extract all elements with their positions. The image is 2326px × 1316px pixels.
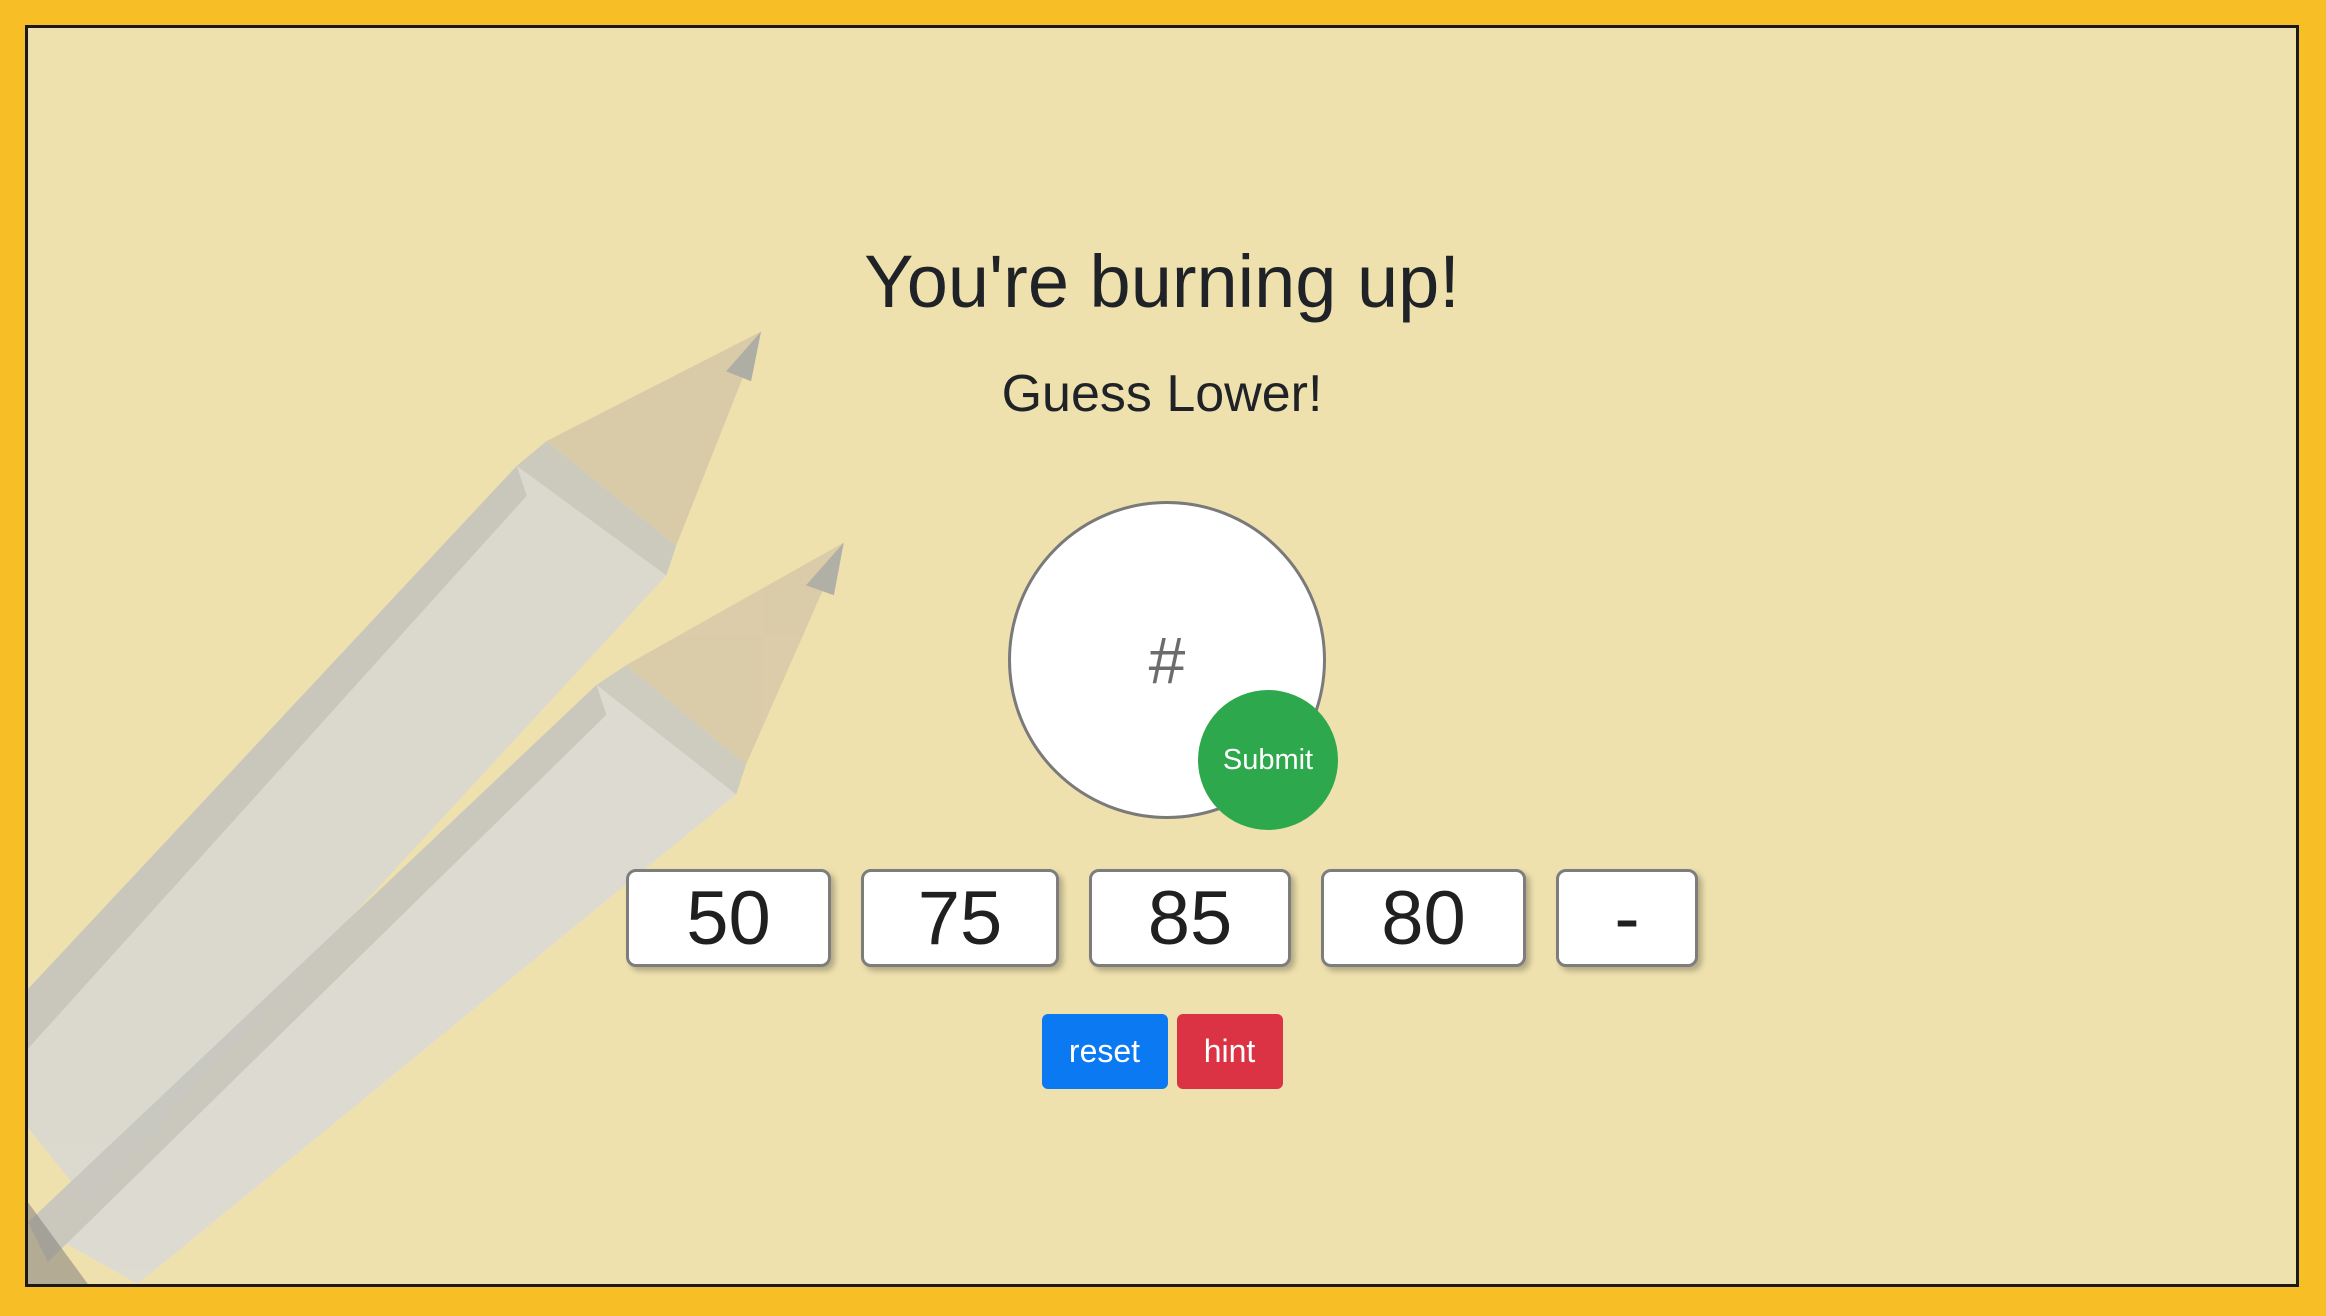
- past-guess-4: 80: [1321, 869, 1526, 967]
- reset-button[interactable]: reset: [1041, 1014, 1168, 1089]
- game-frame: You're burning up! Guess Lower! Submit 5…: [25, 25, 2299, 1287]
- hint-button[interactable]: hint: [1176, 1014, 1283, 1089]
- action-buttons: reset hint: [28, 1014, 2296, 1089]
- hint-subtitle: Guess Lower!: [1001, 365, 1323, 423]
- status-title: You're burning up!: [864, 240, 1460, 323]
- past-guess-3: 85: [1089, 869, 1291, 967]
- submit-button[interactable]: Submit: [1198, 690, 1338, 830]
- past-guesses-list: 50 75 85 80 -: [28, 869, 2296, 967]
- past-guess-2: 75: [861, 869, 1059, 967]
- past-guess-5: -: [1556, 869, 1698, 967]
- guess-form: Submit: [1008, 501, 1338, 830]
- past-guess-1: 50: [626, 869, 831, 967]
